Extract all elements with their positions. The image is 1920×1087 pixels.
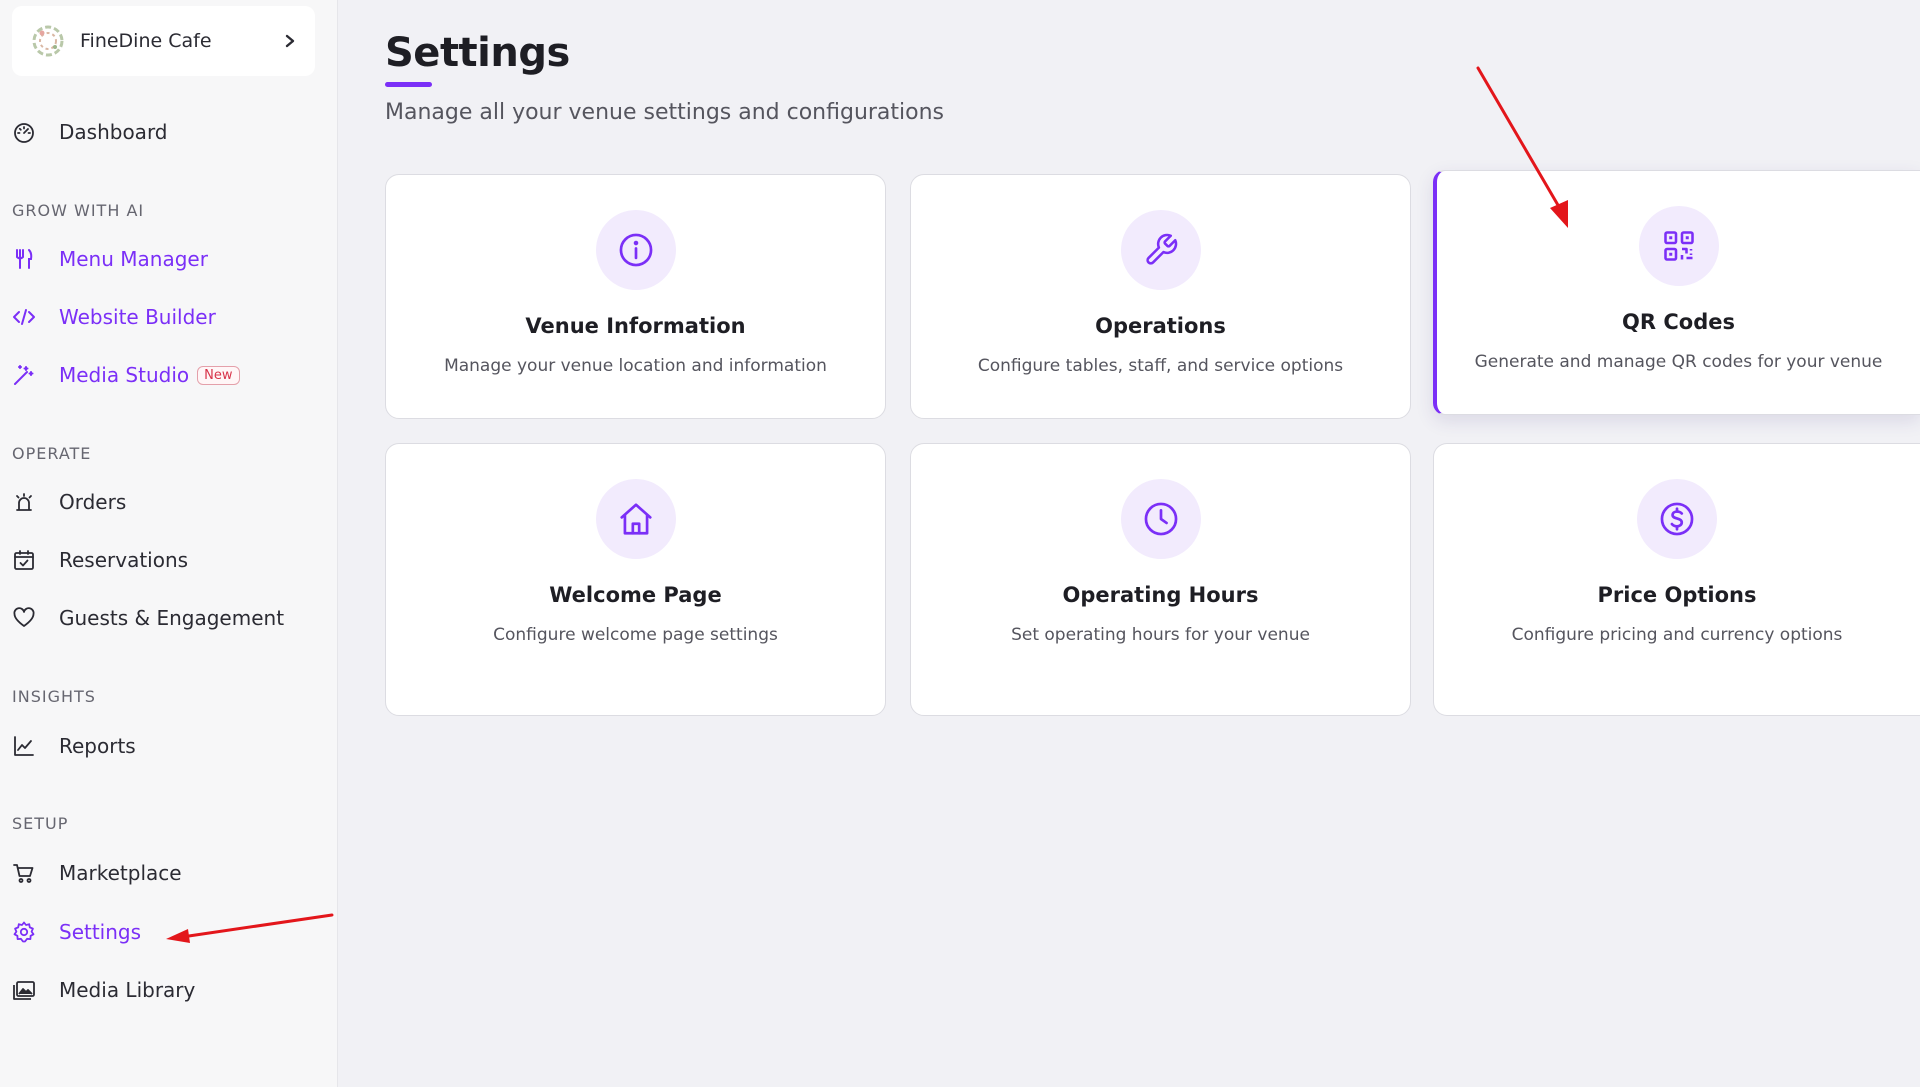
settings-card-qr-codes[interactable]: QR Codes Generate and manage QR codes fo… [1433, 170, 1920, 415]
venue-name: FineDine Cafe [80, 30, 212, 52]
code-icon [12, 305, 36, 329]
card-description: Configure tables, staff, and service opt… [977, 356, 1344, 376]
page-subtitle: Manage all your venue settings and confi… [385, 100, 945, 125]
sidebar-item-label: Guests & Engagement [59, 606, 285, 630]
magic-wand-icon [12, 363, 36, 387]
sidebar-item-label: Settings [59, 920, 142, 944]
card-title: Welcome Page [549, 583, 722, 607]
chevron-right-icon [285, 34, 295, 48]
wrench-icon [1120, 210, 1201, 290]
sidebar-item-label: Reports [59, 734, 136, 758]
sidebar-item-orders[interactable]: Orders [12, 482, 126, 522]
sidebar-item-guests-engagement[interactable]: Guests & Engagement [12, 598, 284, 638]
section-label-setup: SETUP [12, 814, 69, 833]
gear-icon [12, 920, 36, 944]
section-label-grow: GROW WITH AI [12, 201, 145, 220]
sidebar-item-settings[interactable]: Settings [12, 912, 141, 952]
sidebar-item-label: Media Studio [59, 363, 190, 387]
card-description: Configure pricing and currency options [1511, 625, 1843, 645]
sidebar-item-label: Orders [59, 490, 127, 514]
card-title: QR Codes [1622, 310, 1735, 334]
venue-switcher[interactable]: FineDine Cafe [12, 6, 315, 76]
sidebar-item-label: Dashboard [59, 120, 168, 144]
sidebar-item-marketplace[interactable]: Marketplace [12, 853, 182, 893]
venue-logo [30, 23, 66, 59]
dashboard-gauge-icon [12, 120, 36, 144]
new-badge: New [197, 365, 240, 385]
card-description: Configure welcome page settings [493, 625, 778, 645]
card-description: Generate and manage QR codes for your ve… [1474, 352, 1883, 372]
sidebar-item-label: Reservations [59, 548, 189, 572]
sidebar-item-reports[interactable]: Reports [12, 726, 136, 766]
line-chart-icon [12, 734, 36, 758]
section-label-operate: OPERATE [12, 444, 92, 463]
sidebar-item-label: Media Library [59, 978, 196, 1002]
qr-code-icon [1638, 206, 1719, 286]
calendar-check-icon [12, 548, 36, 572]
settings-card-venue-information[interactable]: Venue Information Manage your venue loca… [385, 174, 886, 419]
card-title: Operating Hours [1062, 583, 1259, 607]
card-title: Operations [1095, 314, 1226, 338]
page-title: Settings [385, 30, 570, 76]
section-label-insights: INSIGHTS [12, 687, 96, 706]
title-underline [385, 82, 432, 87]
card-description: Set operating hours for your venue [1011, 625, 1310, 645]
home-icon [595, 479, 676, 559]
sidebar-item-label: Website Builder [59, 305, 216, 329]
sidebar-item-menu-manager[interactable]: Menu Manager [12, 239, 208, 279]
sidebar-item-label: Menu Manager [59, 247, 208, 271]
info-icon [595, 210, 676, 290]
settings-card-operating-hours[interactable]: Operating Hours Set operating hours for … [910, 443, 1411, 716]
settings-card-operations[interactable]: Operations Configure tables, staff, and … [910, 174, 1411, 419]
shopping-cart-icon [12, 861, 36, 885]
sidebar-item-website-builder[interactable]: Website Builder [12, 297, 216, 337]
card-description: Manage your venue location and informati… [444, 356, 827, 376]
card-title: Venue Information [525, 314, 746, 338]
settings-card-price-options[interactable]: Price Options Configure pricing and curr… [1433, 443, 1920, 716]
dollar-circle-icon [1637, 479, 1717, 559]
card-title: Price Options [1597, 583, 1757, 607]
sidebar-item-media-studio[interactable]: Media Studio New [12, 355, 240, 395]
sidebar-item-media-library[interactable]: Media Library [12, 970, 195, 1010]
clock-icon [1120, 479, 1201, 559]
heart-icon [12, 606, 36, 630]
settings-card-welcome-page[interactable]: Welcome Page Configure welcome page sett… [385, 443, 886, 716]
sidebar-item-reservations[interactable]: Reservations [12, 540, 188, 580]
sidebar: FineDine Cafe Dashboard GROW WITH AI Men… [0, 0, 338, 1087]
utensils-icon [12, 247, 36, 271]
sidebar-item-label: Marketplace [59, 861, 182, 885]
alarm-bell-icon [12, 490, 36, 514]
image-gallery-icon [12, 978, 36, 1002]
sidebar-item-dashboard[interactable]: Dashboard [12, 112, 168, 152]
